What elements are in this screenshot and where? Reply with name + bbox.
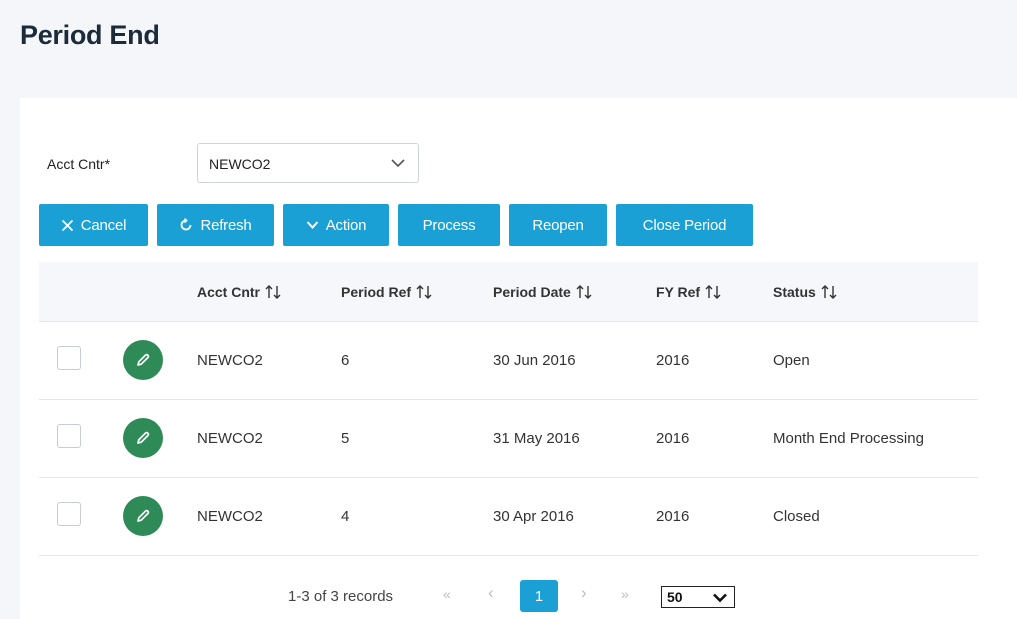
pencil-icon [137,353,150,366]
prev-page-button[interactable]: ‹ [488,583,494,603]
row-checkbox[interactable] [57,346,81,370]
refresh-button-label: Refresh [200,216,252,234]
table-row: NEWCO2 4 30 Apr 2016 2016 Closed [39,478,978,556]
acct-cntr-select[interactable]: NEWCO2 [197,143,419,183]
pencil-icon [137,431,150,444]
sort-icon [576,285,592,299]
next-page-button[interactable]: › [581,583,587,603]
column-header-label: Period Date [493,284,571,300]
edit-button[interactable] [123,418,163,458]
row-checkbox[interactable] [57,424,81,448]
edit-button[interactable] [123,340,163,380]
cell-period-ref: 5 [341,430,350,447]
close-period-button-label: Close Period [642,216,727,234]
page-button-current[interactable]: 1 [520,580,558,612]
refresh-button[interactable]: Refresh [157,204,274,246]
cancel-button[interactable]: Cancel [39,204,148,246]
sort-icon [416,285,432,299]
action-button-label: Action [325,216,367,234]
table-row: NEWCO2 5 31 May 2016 2016 Month End Proc… [39,400,978,478]
cell-period-date: 30 Apr 2016 [493,508,574,525]
refresh-icon [181,218,192,231]
cell-status: Closed [773,508,820,525]
reopen-button[interactable]: Reopen [509,204,607,246]
column-header-acct-cntr[interactable]: Acct Cntr [197,284,282,300]
chevron-down-icon [306,221,318,229]
pencil-icon [137,509,150,522]
page-size-select[interactable]: 50 [661,586,735,608]
cell-acct-cntr: NEWCO2 [197,430,263,447]
column-header-fy-ref[interactable]: FY Ref [656,284,722,300]
column-header-period-date[interactable]: Period Date [493,284,593,300]
cell-period-date: 31 May 2016 [493,430,580,447]
acct-cntr-select-value: NEWCO2 [209,156,271,172]
cell-fy-ref: 2016 [656,508,690,525]
last-page-button[interactable]: » [621,586,629,602]
cell-period-date: 30 Jun 2016 [493,352,576,369]
action-button[interactable]: Action [283,204,389,246]
close-period-button[interactable]: Close Period [616,204,753,246]
column-header-status[interactable]: Status [773,284,838,300]
row-checkbox[interactable] [57,502,81,526]
sort-icon [705,285,721,299]
page-title: Period End [20,20,160,50]
cell-period-ref: 6 [341,352,350,369]
process-button-label: Process [422,216,476,234]
pagination-info: 1-3 of 3 records [288,588,394,605]
table-row: NEWCO2 6 30 Jun 2016 2016 Open [39,322,978,400]
cell-fy-ref: 2016 [656,430,690,447]
cell-status: Open [773,352,810,369]
cell-fy-ref: 2016 [656,352,690,369]
acct-cntr-label: Acct Cntr* [47,156,111,172]
cell-acct-cntr: NEWCO2 [197,352,263,369]
column-header-label: Period Ref [341,284,412,300]
chevron-down-icon [713,593,727,602]
column-header-label: Acct Cntr [197,284,261,300]
first-page-button[interactable]: « [443,586,451,602]
cell-acct-cntr: NEWCO2 [197,508,263,525]
cell-status: Month End Processing [773,430,924,447]
cancel-button-label: Cancel [80,216,127,234]
column-header-label: FY Ref [656,284,701,300]
reopen-button-label: Reopen [532,216,584,234]
page-number: 1 [534,587,544,605]
cell-period-ref: 4 [341,508,350,525]
pagination: 1-3 of 3 records « ‹ 1 › » 50 [0,580,1017,612]
column-header-period-ref[interactable]: Period Ref [341,284,433,300]
edit-button[interactable] [123,496,163,536]
table-header: Acct Cntr Period Ref Period Date FY Ref [39,262,978,322]
column-header-label: Status [773,284,816,300]
sort-icon [265,285,281,299]
process-button[interactable]: Process [398,204,500,246]
chevron-down-icon [391,159,405,168]
close-icon [61,219,73,231]
page-size-value: 50 [667,589,683,605]
left-gutter [0,98,20,619]
sort-icon [821,285,837,299]
period-table: Acct Cntr Period Ref Period Date FY Ref [39,262,978,556]
